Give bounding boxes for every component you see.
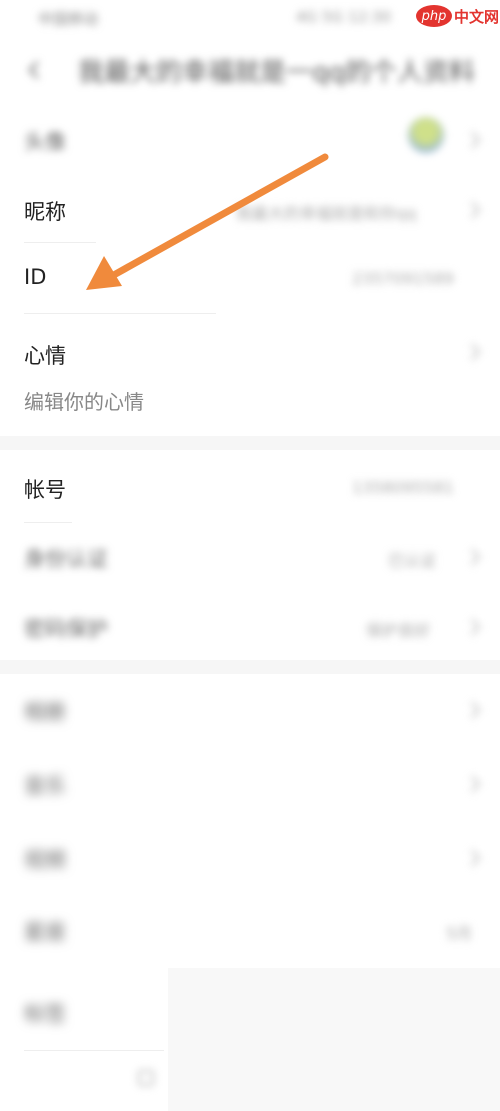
row-account[interactable]: 帐号 1358095581 xyxy=(0,450,500,522)
mood-hint: 编辑你的心情 xyxy=(24,390,144,414)
profile-screen: 中国移动 4G 5G 12:30 php 中文网 我最大的幸福就是一qq的个人资… xyxy=(0,0,500,1111)
nav-bar: 我最大的幸福就是一qq的个人资料 xyxy=(0,36,500,106)
chevron-right-icon xyxy=(463,131,481,149)
section-gap xyxy=(0,660,500,674)
security-label: 密码保护 xyxy=(24,617,108,641)
nickname-value: 我最大的幸福就是和你qq xyxy=(236,204,417,223)
chevron-right-icon xyxy=(463,775,481,793)
row-zodiac[interactable]: 星座 5月 xyxy=(0,896,500,968)
nickname-label: 昵称 xyxy=(24,200,66,224)
status-bar: 中国移动 4G 5G 12:30 php 中文网 xyxy=(0,0,500,36)
row-identity[interactable]: 身份认证 已认证 xyxy=(0,523,500,591)
zodiac-label: 星座 xyxy=(24,920,66,944)
avatar-label: 头像 xyxy=(24,130,66,154)
identity-value: 已认证 xyxy=(388,551,437,570)
row-music[interactable]: 音乐 xyxy=(0,748,500,822)
mood-label: 心情 xyxy=(24,344,66,368)
row-security[interactable]: 密码保护 保护良好 xyxy=(0,591,500,661)
chevron-right-icon xyxy=(463,343,481,361)
row-id[interactable]: ID 2357091589 xyxy=(0,243,500,313)
album-label: 相册 xyxy=(24,700,66,724)
divider xyxy=(24,1050,164,1051)
php-logo-oval: php xyxy=(416,5,452,27)
id-value: 2357091589 xyxy=(352,269,454,288)
chevron-right-icon xyxy=(463,201,481,219)
row-album[interactable]: 相册 xyxy=(0,674,500,748)
page-title: 我最大的幸福就是一qq的个人资料 xyxy=(78,58,476,88)
back-arrow-icon[interactable] xyxy=(22,58,46,82)
music-label: 音乐 xyxy=(24,774,66,798)
row-mood[interactable]: 心情 xyxy=(0,314,500,434)
section-gap xyxy=(0,436,500,450)
zodiac-value: 5月 xyxy=(446,924,473,943)
php-logo-text: 中文网 xyxy=(454,7,500,26)
watermark-logo: php 中文网 xyxy=(416,2,499,30)
security-value: 保护良好 xyxy=(366,621,431,640)
status-indicators: 4G 5G 12:30 xyxy=(296,8,392,26)
avatar[interactable] xyxy=(408,117,444,153)
identity-label: 身份认证 xyxy=(24,547,108,571)
edit-icon[interactable] xyxy=(136,1068,156,1088)
account-label: 帐号 xyxy=(24,478,66,502)
id-label: ID xyxy=(24,265,47,289)
row-nickname[interactable]: 昵称 我最大的幸福就是和你qq xyxy=(0,172,500,242)
tags-label: 标签 xyxy=(24,1002,66,1026)
row-video[interactable]: 视频 xyxy=(0,822,500,896)
video-label: 视频 xyxy=(24,848,66,872)
chevron-right-icon xyxy=(463,548,481,566)
account-value: 1358095581 xyxy=(352,478,454,497)
row-tags[interactable]: 标签 xyxy=(0,990,500,1050)
chevron-right-icon xyxy=(463,701,481,719)
chevron-right-icon xyxy=(463,849,481,867)
carrier-text: 中国移动 xyxy=(38,10,99,28)
chevron-right-icon xyxy=(463,618,481,636)
